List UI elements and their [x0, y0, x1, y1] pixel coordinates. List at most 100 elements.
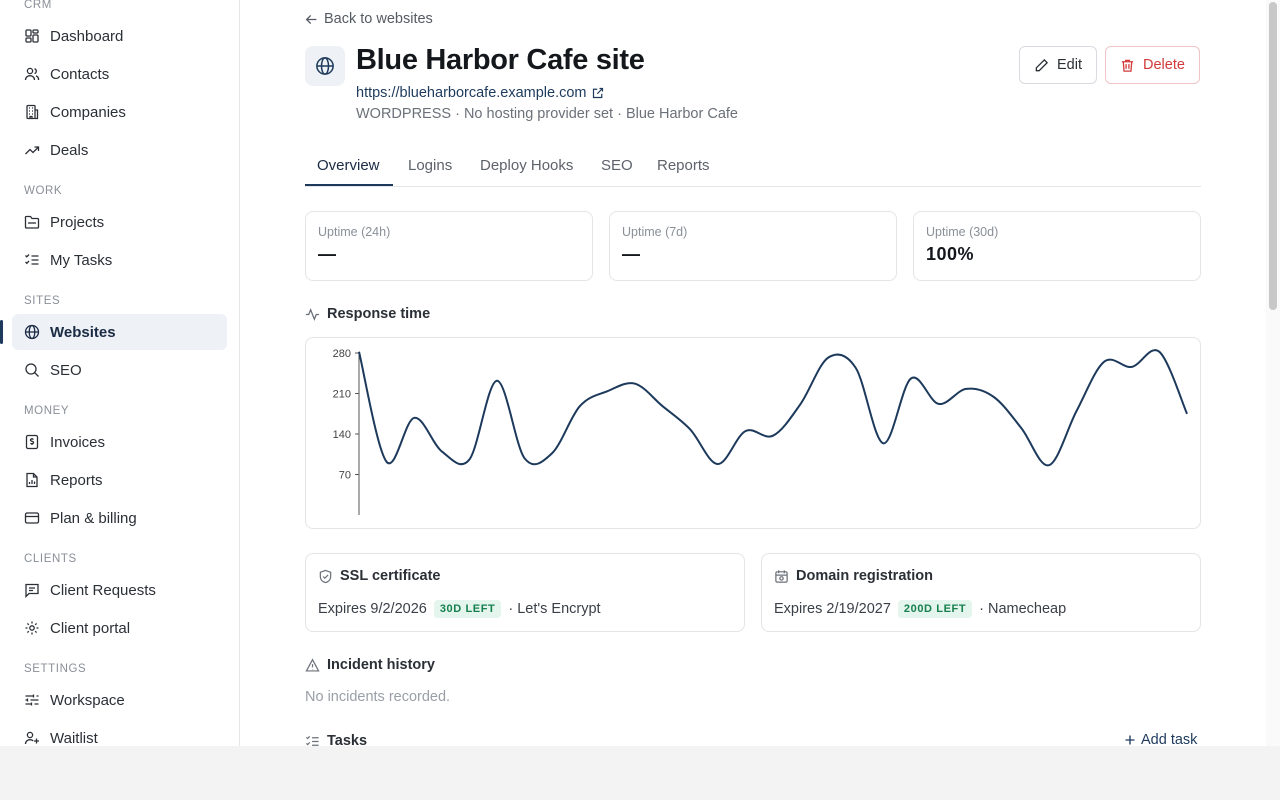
sidebar-item-projects[interactable]: Projects [12, 204, 227, 240]
back-link-label: Back to websites [324, 11, 433, 27]
trending-up-icon [24, 142, 40, 158]
sidebar-item-label: Companies [50, 103, 126, 121]
delete-button[interactable]: Delete [1105, 46, 1200, 84]
tab-reports[interactable]: Reports [657, 157, 710, 174]
sidebar-section-clients: CLIENTS [24, 553, 77, 565]
tasks-heading: Tasks [305, 733, 367, 746]
scrollbar-thumb[interactable] [1269, 2, 1277, 310]
tab-bar: Overview Logins Deploy Hooks SEO Reports [305, 150, 1201, 187]
edit-button-label: Edit [1057, 57, 1082, 73]
main-content: Back to websites Blue Harbor Cafe site h… [240, 0, 1266, 746]
sidebar-section-work: WORK [24, 185, 63, 197]
domain-days-left-badge: 200D LEFT [897, 600, 973, 618]
uptime-7d-card: Uptime (7d) — [609, 211, 897, 281]
stat-label: Uptime (7d) [622, 225, 688, 239]
sidebar-item-label: Dashboard [50, 27, 124, 45]
alert-triangle-icon [305, 657, 320, 673]
edit-button[interactable]: Edit [1019, 46, 1097, 84]
sliders-icon [24, 692, 40, 708]
add-task-label: Add task [1141, 732, 1198, 746]
sidebar-item-my-tasks[interactable]: My Tasks [12, 242, 227, 278]
sidebar-item-label: Waitlist [50, 729, 98, 747]
sidebar-item-plan-billing[interactable]: Plan & billing [12, 500, 227, 536]
domain-heading-label: Domain registration [796, 568, 933, 584]
domain-registration-card: Domain registration Expires 2/19/2027 20… [761, 553, 1201, 632]
domain-expiry: Expires 2/19/2027 200D LEFT · Namecheap [774, 600, 1066, 618]
incident-history-label: Incident history [327, 657, 435, 673]
sidebar-item-dashboard[interactable]: Dashboard [12, 18, 227, 54]
sidebar-item-invoices[interactable]: Invoices [12, 424, 227, 460]
external-link-icon [592, 87, 604, 99]
ssl-heading: SSL certificate [318, 568, 440, 584]
sidebar-item-client-requests[interactable]: Client Requests [12, 572, 227, 608]
dashboard-icon [24, 28, 40, 44]
ssl-heading-label: SSL certificate [340, 568, 441, 584]
response-time-chart: 70 140 210 280 [333, 348, 1188, 515]
page-title: Blue Harbor Cafe site [356, 44, 645, 76]
response-time-heading: Response time [305, 306, 430, 322]
ssl-days-left-badge: 30D LEFT [433, 600, 502, 618]
y-tick-label: 280 [333, 348, 351, 360]
tab-seo[interactable]: SEO [601, 157, 633, 174]
sidebar-item-deals[interactable]: Deals [12, 132, 227, 168]
gear-icon [24, 620, 40, 636]
sidebar-item-label: Client portal [50, 619, 131, 637]
sidebar-item-label: Contacts [50, 65, 110, 83]
sidebar-item-label: Websites [50, 323, 116, 341]
users-icon [24, 66, 40, 82]
sidebar-item-client-portal[interactable]: Client portal [12, 610, 227, 646]
sidebar-section-sites: SITES [24, 295, 61, 307]
tab-overview[interactable]: Overview [317, 157, 380, 174]
site-url-link[interactable]: https://blueharborcafe.example.com [356, 85, 604, 101]
uptime-30d-card: Uptime (30d) 100% [913, 211, 1201, 281]
ssl-provider: · Let's Encrypt [508, 601, 601, 617]
trash-icon [1120, 58, 1135, 73]
stat-label: Uptime (24h) [318, 225, 391, 239]
sidebar-item-workspace[interactable]: Workspace [12, 682, 227, 718]
sidebar-item-label: Plan & billing [50, 509, 137, 527]
sidebar: CRM Dashboard Contacts Companies Deals W… [0, 0, 240, 746]
sidebar-item-reports[interactable]: Reports [12, 462, 227, 498]
site-url-label: https://blueharborcafe.example.com [356, 85, 587, 101]
globe-icon [24, 324, 40, 340]
sidebar-item-websites[interactable]: Websites [0, 314, 227, 350]
add-task-button[interactable]: Add task [1124, 732, 1197, 746]
sidebar-item-companies[interactable]: Companies [12, 94, 227, 130]
list-checks-icon [24, 252, 40, 268]
sidebar-item-seo[interactable]: SEO [12, 352, 227, 388]
incident-history-heading: Incident history [305, 657, 435, 673]
tab-logins[interactable]: Logins [408, 157, 452, 174]
stat-value: — [622, 244, 641, 264]
y-tick-label: 210 [333, 389, 351, 401]
list-checks-icon [305, 734, 320, 747]
site-meta: WORDPRESS · No hosting provider set · Bl… [356, 106, 738, 122]
domain-expiry-date: Expires 2/19/2027 [774, 601, 891, 617]
back-link[interactable]: Back to websites [305, 11, 433, 27]
folder-icon [24, 214, 40, 230]
sidebar-item-contacts[interactable]: Contacts [12, 56, 227, 92]
sidebar-item-label: Deals [50, 141, 89, 159]
tab-deploy-hooks[interactable]: Deploy Hooks [480, 157, 573, 174]
domain-registrar: · Namecheap [979, 601, 1067, 617]
domain-heading: Domain registration [774, 568, 933, 584]
y-tick-label: 70 [339, 470, 351, 482]
activity-icon [305, 307, 320, 322]
ssl-expiry-date: Expires 9/2/2026 [318, 601, 427, 617]
response-time-label: Response time [327, 306, 431, 322]
message-square-icon [24, 582, 40, 598]
user-plus-icon [24, 730, 40, 746]
series-line [358, 349, 1188, 467]
shield-check-icon [318, 569, 333, 584]
pencil-icon [1034, 58, 1049, 73]
calendar-icon [774, 569, 789, 584]
stat-value: 100% [926, 244, 975, 264]
globe-icon [305, 46, 345, 86]
stat-label: Uptime (30d) [926, 225, 999, 239]
active-tab-indicator [305, 184, 393, 186]
building-icon [24, 104, 40, 120]
scrollbar[interactable] [1266, 0, 1280, 746]
delete-button-label: Delete [1143, 57, 1185, 73]
credit-card-icon [24, 510, 40, 526]
invoice-icon [24, 434, 40, 450]
sidebar-item-waitlist[interactable]: Waitlist [12, 720, 227, 746]
